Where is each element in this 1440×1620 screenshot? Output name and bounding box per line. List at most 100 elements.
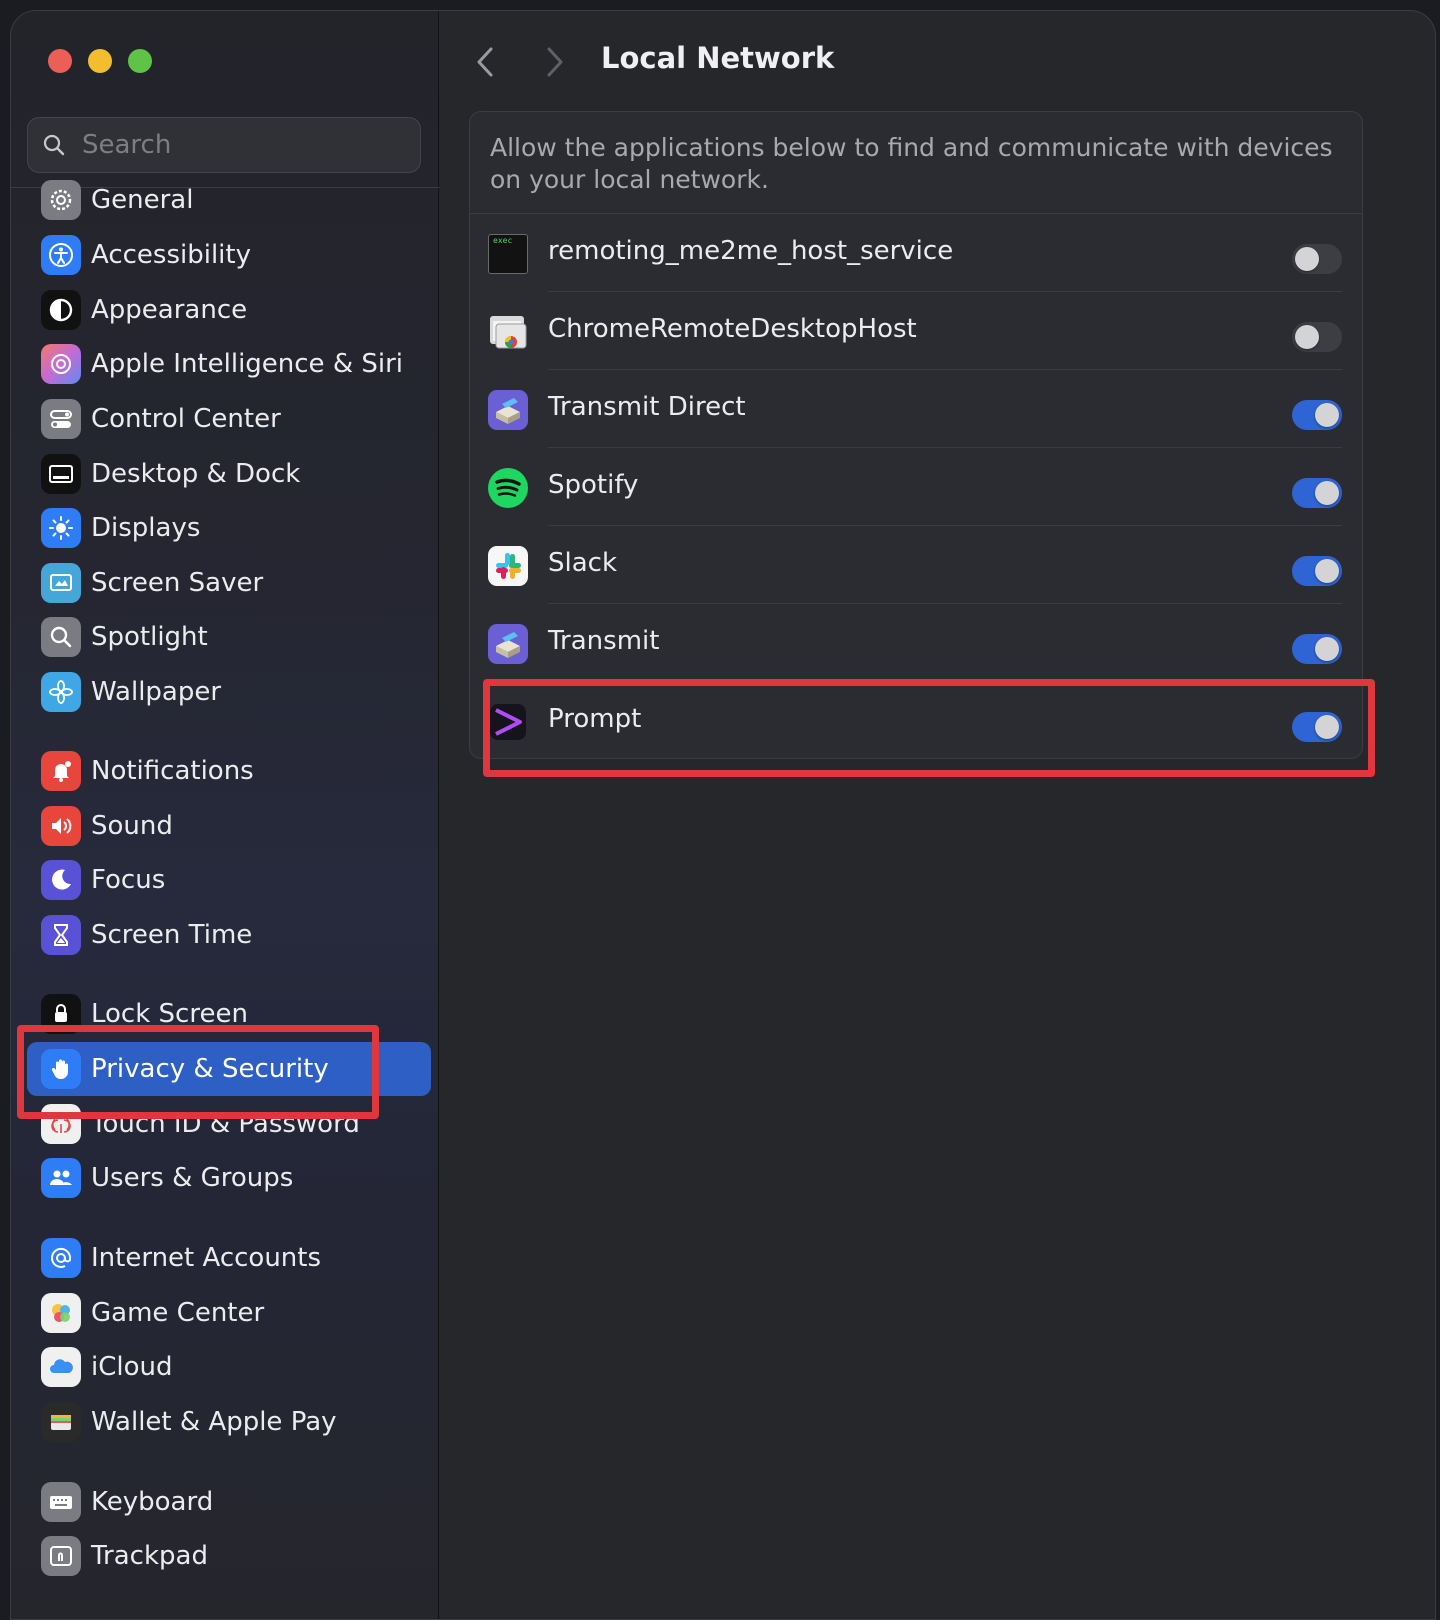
minimize-window-button[interactable] [88,49,112,73]
toggle-knob [1315,715,1339,739]
cloud-icon [41,1347,81,1387]
sidebar-item-notifications[interactable]: Notifications [27,744,431,798]
sidebar-item-internet-accounts[interactable]: Internet Accounts [27,1231,431,1285]
exec-label: exec [493,236,513,245]
zoom-window-button[interactable] [128,49,152,73]
prompt-icon [490,704,526,740]
app-name: Slack [548,548,618,578]
sun-icon [41,508,81,548]
toggle-knob [1295,247,1319,271]
sidebar-item-general[interactable]: General [27,173,431,227]
sidebar-item-users-groups[interactable]: Users & Groups [27,1151,431,1205]
siri-icon [41,344,81,384]
sidebar-item-label: Spotlight [91,622,208,652]
sidebar-item-label: Wallet & Apple Pay [91,1407,337,1437]
sidebar-item-game-center[interactable]: Game Center [27,1286,431,1340]
magnifier-icon [41,617,81,657]
search-field[interactable] [27,117,421,173]
toggle-spotify[interactable] [1292,478,1342,508]
sidebar-item-label: Accessibility [91,240,251,270]
app-name: Spotify [548,470,639,500]
appearance-icon [41,290,81,330]
toggle-chrome-remote-desktop[interactable] [1292,322,1342,352]
sidebar-item-label: Control Center [91,404,281,434]
sidebar: General Accessibility Appearance Apple I… [11,11,439,1619]
hand-icon [41,1049,81,1089]
users-icon [41,1158,81,1198]
sidebar-item-screen-time[interactable]: Screen Time [27,908,431,962]
app-row-chrome-remote-desktop: ChromeRemoteDesktopHost [470,292,1362,370]
sidebar-item-label: Privacy & Security [91,1054,329,1084]
sidebar-item-label: iCloud [91,1352,173,1382]
hourglass-icon [41,915,81,955]
sidebar-item-label: Game Center [91,1298,265,1328]
app-row-remoting: exec remoting_me2me_host_service [470,214,1362,292]
bell-icon [41,751,81,791]
accessibility-icon [41,235,81,275]
sidebar-item-label: Lock Screen [91,999,248,1029]
sidebar-item-desktop-dock[interactable]: Desktop & Dock [27,447,431,501]
toggle-knob [1315,403,1339,427]
dock-icon [41,454,81,494]
toggle-transmit[interactable] [1292,634,1342,664]
app-row-transmit-direct: Transmit Direct [470,370,1362,448]
sidebar-item-label: Appearance [91,295,248,325]
sidebar-item-focus[interactable]: Focus [27,853,431,907]
sidebar-item-label: Keyboard [91,1487,214,1517]
app-name: Prompt [548,704,642,734]
traffic-lights [48,49,152,73]
sidebar-item-wallpaper[interactable]: Wallpaper [27,665,431,719]
transmit-icon [488,390,528,430]
sidebar-item-control-center[interactable]: Control Center [27,392,431,446]
lock-icon [41,994,81,1034]
sidebar-item-lock-screen[interactable]: Lock Screen [27,987,431,1041]
search-icon [43,134,65,156]
sidebar-item-siri[interactable]: Apple Intelligence & Siri [27,337,431,391]
forward-button[interactable] [539,45,569,79]
sidebar-item-displays[interactable]: Displays [27,501,431,555]
at-icon [41,1238,81,1278]
sidebar-item-sound[interactable]: Sound [27,799,431,853]
sidebar-item-appearance[interactable]: Appearance [27,283,431,337]
sidebar-item-label: Notifications [91,756,254,786]
speaker-icon [41,806,81,846]
game-center-icon [41,1293,81,1333]
sidebar-item-label: Internet Accounts [91,1243,322,1273]
toggle-transmit-direct[interactable] [1292,400,1342,430]
search-input[interactable] [80,129,364,161]
toggle-knob [1315,481,1339,505]
toggle-knob [1315,637,1339,661]
close-window-button[interactable] [48,49,72,73]
spotify-icon [488,468,528,508]
page-title: Local Network [601,41,835,75]
sidebar-item-touch-id[interactable]: Touch ID & Password [27,1097,431,1151]
app-row-spotify: Spotify [470,448,1362,526]
slack-icon [488,546,528,586]
sidebar-item-label: Displays [91,513,201,543]
wallet-icon [41,1402,81,1442]
sidebar-item-wallet[interactable]: Wallet & Apple Pay [27,1395,431,1449]
toggle-slack[interactable] [1292,556,1342,586]
sidebar-item-label: Sound [91,811,173,841]
app-row-transmit: Transmit [470,604,1362,682]
sidebar-item-screen-saver[interactable]: Screen Saver [27,556,431,610]
sidebar-item-label: Wallpaper [91,677,222,707]
sidebar-item-keyboard[interactable]: Keyboard [27,1475,431,1529]
card-description: Allow the applications below to find and… [490,133,1333,194]
app-name: Transmit [548,626,660,656]
app-row-slack: Slack [470,526,1362,604]
exec-icon: exec [488,234,528,274]
toggle-prompt[interactable] [1292,712,1342,742]
sidebar-item-icloud[interactable]: iCloud [27,1340,431,1394]
control-center-icon [41,399,81,439]
sidebar-item-label: Touch ID & Password [91,1109,360,1139]
toggle-remoting[interactable] [1292,244,1342,274]
sidebar-item-privacy-security[interactable]: Privacy & Security [27,1042,431,1096]
sidebar-item-label: General [91,185,194,215]
sidebar-item-trackpad[interactable]: Trackpad [27,1529,431,1583]
sidebar-item-spotlight[interactable]: Spotlight [27,610,431,664]
flower-icon [41,672,81,712]
sidebar-item-accessibility[interactable]: Accessibility [27,228,431,282]
back-button[interactable] [471,45,501,79]
chrome-remote-desktop-icon [490,316,527,349]
